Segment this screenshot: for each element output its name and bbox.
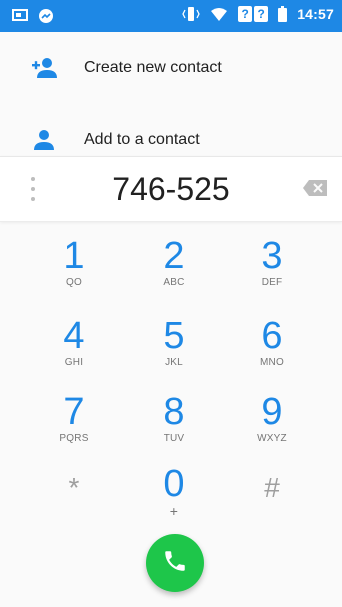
key-digit: 1 [63,235,85,277]
dialpad-key-star[interactable]: * [24,468,124,540]
key-letters: PQRS [59,433,89,444]
dialpad-key-7[interactable]: 7 PQRS [24,392,124,464]
wifi-icon [210,6,228,22]
key-letters: GHI [64,357,84,368]
backspace-icon[interactable] [302,179,328,202]
key-digit: 9 [261,391,283,433]
notification-square-icon [12,9,28,23]
dialed-number-field[interactable]: 746-525 [60,167,282,211]
dialpad-key-4[interactable]: 4 GHI [24,316,124,388]
key-digit: * [68,472,80,503]
key-digit: 8 [163,391,185,433]
dialpad-key-6[interactable]: 6 MNO [222,316,322,388]
key-letters: TUV [163,433,185,444]
messenger-icon [38,8,54,24]
key-letters: ABC [163,277,185,288]
create-new-contact-label: Create new contact [84,59,222,76]
add-to-contact-label: Add to a contact [84,131,200,148]
key-digit: 5 [163,315,185,357]
dialpad-key-9[interactable]: 9 WXYZ [222,392,322,464]
dialpad-key-2[interactable]: 2 ABC [124,236,224,308]
sim-indicators: ? ? [238,6,269,22]
battery-icon [278,6,288,22]
key-letters: + [169,503,179,519]
call-button[interactable] [146,534,204,592]
status-bar: ? ? 14:57 [0,0,342,32]
add-person-icon [0,57,84,79]
dialpad-key-hash[interactable]: # [222,468,322,540]
phone-icon [162,548,188,579]
key-digit: 4 [63,315,85,357]
vibrate-icon [182,6,200,22]
create-new-contact-item[interactable]: Create new contact [0,32,342,104]
dialpad-key-5[interactable]: 5 JKL [124,316,224,388]
key-letters: WXYZ [257,433,287,444]
key-digit: 0 [163,463,185,505]
overflow-dots-icon[interactable] [30,177,36,201]
key-digit: 7 [63,391,85,433]
clock: 14:57 [297,6,334,22]
dialpad-key-3[interactable]: 3 DEF [222,236,322,308]
dialpad-key-0[interactable]: 0 + [124,464,224,536]
dialpad-key-1[interactable]: 1 QO [24,236,124,308]
key-letters: QO [66,277,82,288]
key-digit: 3 [261,235,283,277]
dialed-number-bar: 746-525 [0,156,342,222]
key-letters: JKL [165,357,183,368]
key-digit: # [264,472,280,503]
key-letters: DEF [261,277,283,288]
key-letters: MNO [260,357,284,368]
key-digit: 6 [261,315,283,357]
dialpad-key-8[interactable]: 8 TUV [124,392,224,464]
sim-1-indicator: ? [238,6,253,22]
sim-2-indicator: ? [254,6,269,22]
person-icon [0,129,84,151]
key-digit: 2 [163,235,185,277]
